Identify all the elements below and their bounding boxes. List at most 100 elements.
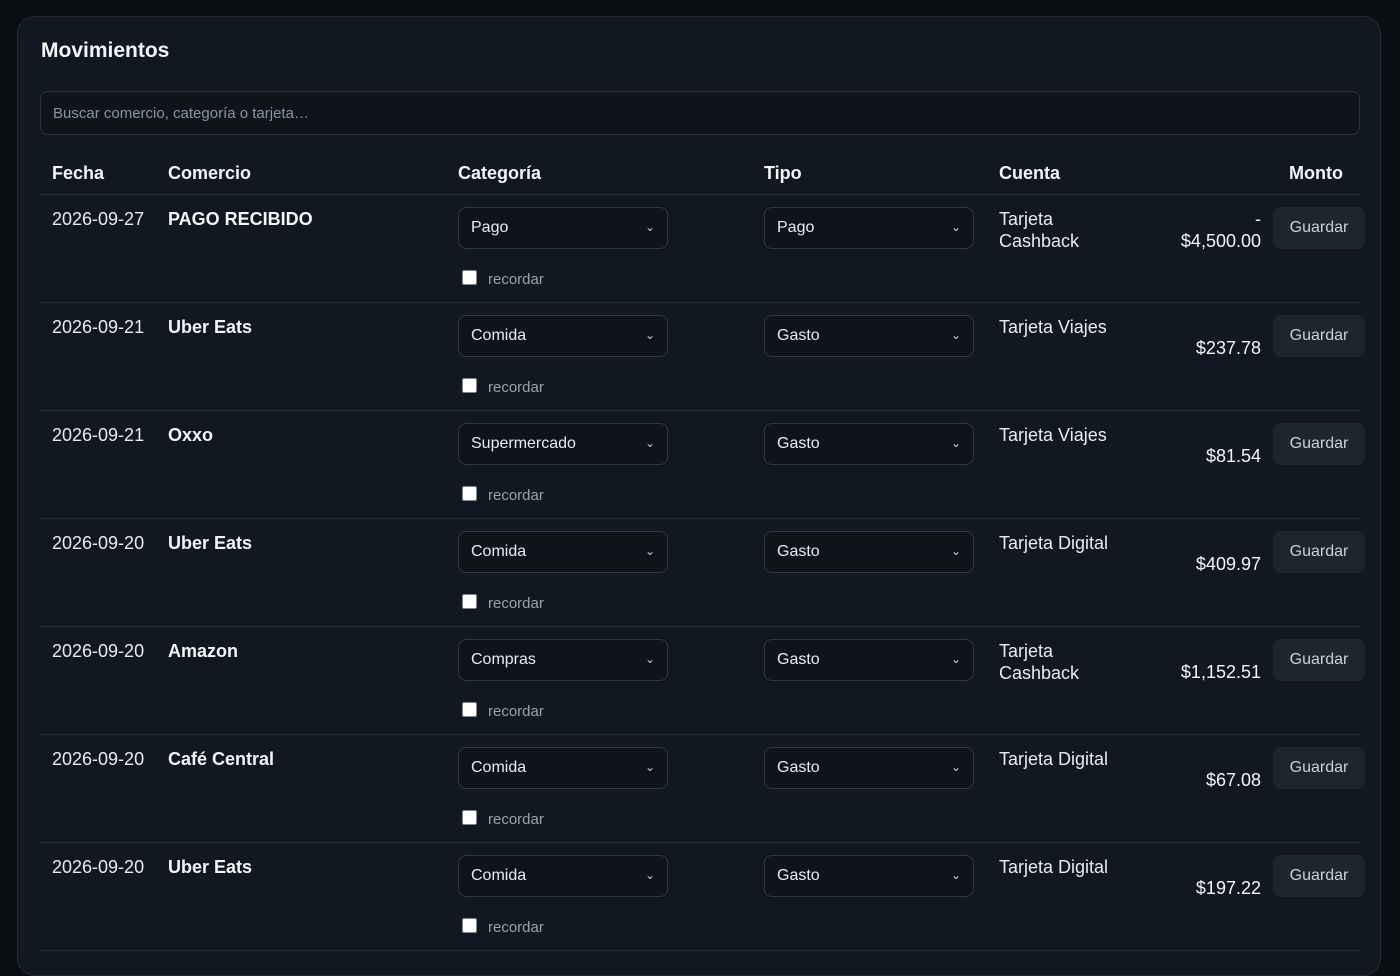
chevron-down-icon: ⌄: [644, 544, 655, 558]
remember-checkbox[interactable]: [462, 594, 477, 609]
remember-checkbox[interactable]: [462, 486, 477, 501]
header-fecha: Fecha: [52, 163, 105, 183]
type-select[interactable]: Gasto ⌄: [764, 315, 974, 357]
search-input[interactable]: [40, 91, 1360, 135]
row-account: Tarjeta Viajes: [999, 425, 1107, 445]
table-row: 2026-09-20 Uber Eats Comida ⌄ recordar G…: [40, 519, 1365, 627]
remember-label: recordar: [488, 271, 544, 288]
row-account: Tarjeta Digital: [999, 749, 1109, 769]
remember-checkbox-group: recordar: [462, 486, 544, 504]
header-cuenta: Cuenta: [999, 163, 1061, 183]
category-select[interactable]: Comida ⌄: [458, 315, 668, 357]
chevron-down-icon: ⌄: [950, 868, 961, 882]
type-select[interactable]: Gasto ⌄: [764, 531, 974, 573]
save-button[interactable]: Guardar: [1273, 639, 1365, 681]
row-amount: $197.22: [1195, 878, 1261, 898]
row-account: Tarjeta Cashback: [999, 641, 1080, 683]
save-button[interactable]: Guardar: [1273, 855, 1365, 897]
type-select-value: Gasto: [777, 759, 820, 776]
chevron-down-icon: ⌄: [950, 436, 961, 450]
row-date: 2026-09-20: [52, 533, 145, 553]
remember-checkbox-group: recordar: [462, 378, 544, 396]
table-row: 2026-09-20 Amazon Compras ⌄ recordar Gas…: [40, 627, 1365, 735]
category-select[interactable]: Compras ⌄: [458, 639, 668, 681]
type-select[interactable]: Pago ⌄: [764, 207, 974, 249]
category-select[interactable]: Supermercado ⌄: [458, 423, 668, 465]
remember-label: recordar: [488, 811, 544, 828]
category-select-value: Comida: [471, 543, 527, 560]
remember-checkbox[interactable]: [462, 378, 477, 393]
chevron-down-icon: ⌄: [950, 652, 961, 666]
type-select-value: Gasto: [777, 435, 820, 452]
table-header: Fecha Comercio Categoría Tipo Cuenta Mon…: [40, 149, 1360, 195]
row-amount: $237.78: [1195, 338, 1261, 358]
type-select[interactable]: Gasto ⌄: [764, 855, 974, 897]
chevron-down-icon: ⌄: [950, 328, 961, 342]
remember-label: recordar: [488, 487, 544, 504]
row-account: Tarjeta Digital: [999, 857, 1109, 877]
remember-checkbox[interactable]: [462, 918, 477, 933]
save-button[interactable]: Guardar: [1273, 207, 1365, 249]
table-row: 2026-09-20 Uber Eats Comida ⌄ recordar G…: [40, 843, 1365, 951]
row-account: Tarjeta Cashback: [999, 209, 1080, 251]
remember-label: recordar: [488, 379, 544, 396]
table-row: 2026-09-21 Uber Eats Comida ⌄ recordar G…: [40, 303, 1365, 411]
type-select-value: Gasto: [777, 651, 820, 668]
row-amount: $67.08: [1205, 770, 1261, 790]
category-select[interactable]: Pago ⌄: [458, 207, 668, 249]
row-merchant: Uber Eats: [168, 857, 253, 877]
remember-label: recordar: [488, 703, 544, 720]
save-button[interactable]: Guardar: [1273, 747, 1365, 789]
row-date: 2026-09-21: [52, 425, 145, 445]
table-row: 2026-09-20 Café Central Comida ⌄ recorda…: [40, 735, 1365, 843]
chevron-down-icon: ⌄: [644, 652, 655, 666]
save-button[interactable]: Guardar: [1273, 531, 1365, 573]
type-select[interactable]: Gasto ⌄: [764, 747, 974, 789]
table-row: 2026-09-27 PAGO RECIBIDO Pago ⌄ recordar…: [40, 195, 1365, 303]
remember-checkbox-group: recordar: [462, 270, 544, 288]
remember-checkbox-group: recordar: [462, 594, 544, 612]
type-select[interactable]: Gasto ⌄: [764, 423, 974, 465]
panel-title: Movimientos: [41, 39, 170, 62]
category-select[interactable]: Comida ⌄: [458, 531, 668, 573]
row-date: 2026-09-20: [52, 641, 145, 661]
category-select-value: Compras: [471, 651, 536, 668]
row-date: 2026-09-20: [52, 857, 145, 877]
remember-checkbox[interactable]: [462, 270, 477, 285]
row-amount: - $4,500.00: [1180, 209, 1261, 251]
save-button[interactable]: Guardar: [1273, 423, 1365, 465]
type-select-value: Gasto: [777, 543, 820, 560]
table-row: 2026-09-21 Oxxo Supermercado ⌄ recordar …: [40, 411, 1365, 519]
row-amount: $1,152.51: [1180, 662, 1261, 682]
movements-panel: Movimientos Fecha Comercio Categoría Tip…: [17, 16, 1381, 976]
remember-checkbox-group: recordar: [462, 810, 544, 828]
chevron-down-icon: ⌄: [644, 328, 655, 342]
remember-checkbox[interactable]: [462, 810, 477, 825]
remember-checkbox-group: recordar: [462, 702, 544, 720]
row-merchant: PAGO RECIBIDO: [168, 209, 313, 229]
type-select[interactable]: Gasto ⌄: [764, 639, 974, 681]
row-date: 2026-09-21: [52, 317, 145, 337]
type-select-value: Pago: [777, 219, 815, 236]
row-amount: $409.97: [1195, 554, 1261, 574]
row-account: Tarjeta Digital: [999, 533, 1109, 553]
category-select[interactable]: Comida ⌄: [458, 855, 668, 897]
chevron-down-icon: ⌄: [950, 760, 961, 774]
chevron-down-icon: ⌄: [644, 760, 655, 774]
category-select-value: Supermercado: [471, 435, 576, 452]
header-tipo: Tipo: [764, 163, 802, 183]
row-date: 2026-09-27: [52, 209, 145, 229]
category-select-value: Comida: [471, 867, 527, 884]
category-select[interactable]: Comida ⌄: [458, 747, 668, 789]
row-merchant: Oxxo: [168, 425, 214, 445]
type-select-value: Gasto: [777, 327, 820, 344]
row-merchant: Uber Eats: [168, 533, 253, 553]
category-select-value: Pago: [471, 219, 509, 236]
save-button[interactable]: Guardar: [1273, 315, 1365, 357]
remember-checkbox-group: recordar: [462, 918, 544, 936]
chevron-down-icon: ⌄: [644, 868, 655, 882]
remember-checkbox[interactable]: [462, 702, 477, 717]
row-merchant: Uber Eats: [168, 317, 253, 337]
row-date: 2026-09-20: [52, 749, 145, 769]
header-monto: Monto: [1289, 163, 1343, 183]
